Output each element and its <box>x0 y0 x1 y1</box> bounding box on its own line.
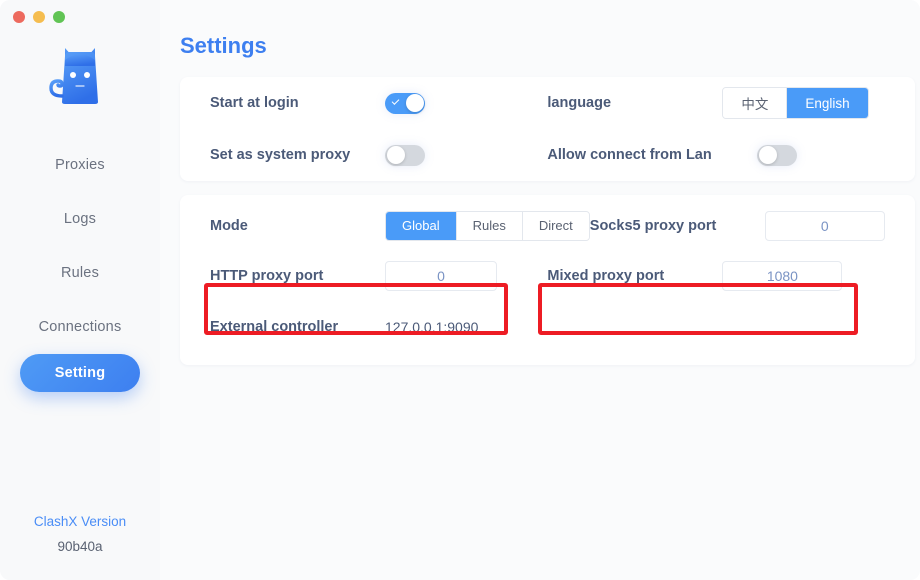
start-at-login-control <box>385 92 425 114</box>
mode-option-direct[interactable]: Direct <box>522 211 589 240</box>
traffic-lights <box>13 11 65 23</box>
settings-row: External controller 127.0.0.1:9090 <box>210 302 885 351</box>
mixed-port-cell: Mixed proxy port 1080 <box>547 250 884 302</box>
language-control: 中文 English <box>722 87 869 119</box>
language-option-english[interactable]: English <box>787 88 868 118</box>
sidebar-item-label: Logs <box>63 211 97 227</box>
clashx-window: Proxies Logs Rules Connections Setting C… <box>0 0 920 580</box>
sidebar-item-rules[interactable]: Rules <box>0 246 160 300</box>
socks5-port-cell: Socks5 proxy port 0 <box>590 201 920 250</box>
version-info: ClashX Version 90b40a <box>0 514 160 554</box>
sidebar-item-connections[interactable]: Connections <box>0 300 160 354</box>
http-port-label: HTTP proxy port <box>210 268 324 284</box>
http-port-control: 0 <box>385 261 497 291</box>
mode-option-global[interactable]: Global <box>386 211 457 240</box>
sidebar-item-proxies[interactable]: Proxies <box>0 138 160 192</box>
sidebar-item-label: Proxies <box>55 157 105 173</box>
language-option-chinese[interactable]: 中文 <box>723 88 788 118</box>
socks5-port-label: Socks5 proxy port <box>589 217 717 234</box>
proxy-settings-card: Mode Global Rules Direct Socks5 proxy po… <box>180 195 915 365</box>
socks5-port-input[interactable]: 0 <box>764 210 885 241</box>
system-proxy-toggle[interactable] <box>385 144 425 166</box>
external-controller-label: External controller <box>210 318 339 335</box>
start-at-login-cell: Start at login <box>210 77 547 129</box>
socks5-port-control: 0 <box>764 210 885 241</box>
mode-option-rules[interactable]: Rules <box>456 211 523 240</box>
toggle-knob <box>758 146 777 164</box>
mixed-port-control: 1080 <box>722 261 843 291</box>
sidebar-item-setting[interactable]: Setting <box>20 354 140 392</box>
check-icon <box>391 96 400 105</box>
settings-row: Mode Global Rules Direct Socks5 proxy po… <box>210 201 885 250</box>
page-title: Settings <box>180 33 267 58</box>
zoom-button[interactable] <box>53 11 65 23</box>
external-controller-control: 127.0.0.1:9090 <box>385 319 478 335</box>
language-cell: language 中文 English <box>547 77 884 129</box>
sidebar: Proxies Logs Rules Connections Setting C… <box>0 0 160 580</box>
system-proxy-label: Set as system proxy <box>210 147 351 163</box>
allow-lan-control <box>757 144 798 166</box>
external-controller-value: 127.0.0.1:9090 <box>385 318 479 335</box>
allow-lan-label: Allow connect from Lan <box>547 147 712 163</box>
allow-lan-toggle[interactable] <box>757 144 798 166</box>
mode-segmented-control: Global Rules Direct <box>385 210 590 241</box>
mode-control: Global Rules Direct <box>385 210 590 241</box>
general-settings-card: Start at login language 中文 English Set a… <box>180 77 915 181</box>
sidebar-item-label: Setting <box>54 365 106 381</box>
mode-label: Mode <box>210 217 248 234</box>
mode-cell: Mode Global Rules Direct <box>210 201 590 250</box>
start-at-login-toggle[interactable] <box>385 92 425 114</box>
start-at-login-label: Start at login <box>210 95 299 111</box>
settings-row: Start at login language 中文 English <box>210 77 885 129</box>
http-port-cell: HTTP proxy port 0 <box>210 250 547 302</box>
system-proxy-control <box>385 144 425 166</box>
version-label: ClashX Version <box>33 514 127 529</box>
close-button[interactable] <box>13 11 25 23</box>
system-proxy-cell: Set as system proxy <box>210 129 547 181</box>
app-logo <box>0 42 160 114</box>
version-hash: 90b40a <box>57 539 103 554</box>
sidebar-item-logs[interactable]: Logs <box>0 192 160 246</box>
clashx-cat-logo-icon <box>49 48 98 104</box>
external-controller-cell: External controller 127.0.0.1:9090 <box>210 302 547 351</box>
mixed-port-input[interactable]: 1080 <box>722 261 843 291</box>
minimize-button[interactable] <box>33 11 45 23</box>
empty-cell <box>547 302 884 351</box>
settings-row: Set as system proxy Allow connect from L… <box>210 129 885 181</box>
allow-lan-cell: Allow connect from Lan <box>547 129 884 181</box>
mixed-port-label: Mixed proxy port <box>547 268 665 284</box>
language-segmented-control: 中文 English <box>722 87 869 119</box>
sidebar-item-label: Connections <box>38 319 122 335</box>
language-label: language <box>547 95 612 111</box>
toggle-knob <box>386 146 405 164</box>
main-content: Settings Start at login language 中文 Engl… <box>160 0 920 580</box>
settings-row: HTTP proxy port 0 Mixed proxy port 1080 <box>210 250 885 302</box>
sidebar-nav: Proxies Logs Rules Connections Setting <box>0 138 160 392</box>
sidebar-item-label: Rules <box>60 265 100 281</box>
toggle-knob <box>405 94 424 112</box>
http-port-input[interactable]: 0 <box>385 261 497 291</box>
